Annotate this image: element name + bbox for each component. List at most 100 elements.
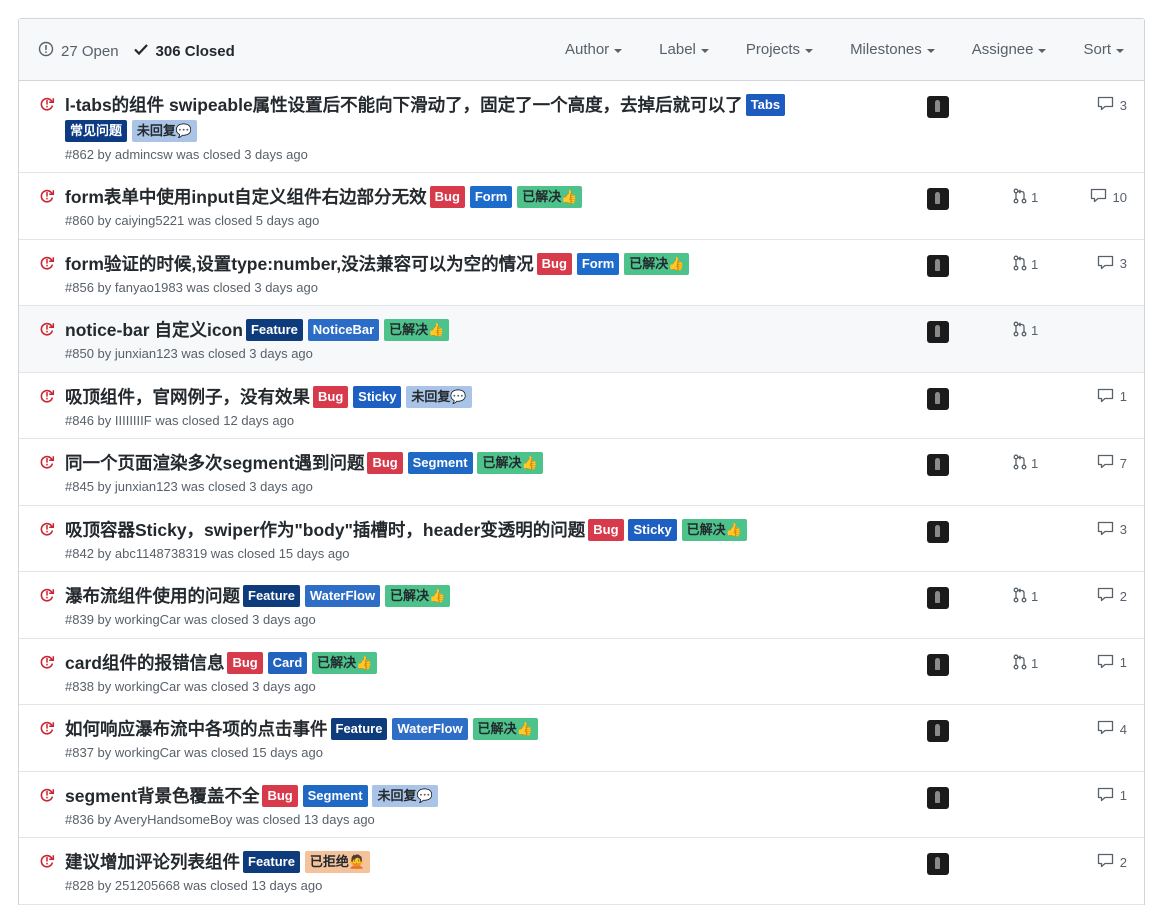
issue-label[interactable]: Feature [243,585,300,607]
issue-row[interactable]: 同一个页面渲染多次segment遇到问题 Bug Segment 已解决👍 #84… [19,439,1144,506]
issue-row[interactable]: l-tabs的组件 swipeable属性设置后不能向下滑动了，固定了一个高度，… [19,81,1144,173]
open-issues-link[interactable]: 27 Open [38,41,119,61]
issue-main: 如何响应瀑布流中各项的点击事件 Feature WaterFlow 已解决👍 #8… [65,716,825,762]
issue-label[interactable]: 未回复💬 [406,385,472,408]
issue-label[interactable]: 未回复💬 [131,120,198,142]
caret-down-icon [805,48,814,53]
issue-label[interactable]: Bug [429,186,465,208]
issue-title-link[interactable]: 如何响应瀑布流中各项的点击事件 [65,719,328,739]
linked-pr-link[interactable]: 1 [1013,454,1038,473]
comments-link[interactable]: 3 [1097,255,1127,273]
linked-pr-link[interactable]: 1 [1013,654,1038,673]
issue-label[interactable]: Bug [313,385,349,408]
issue-label[interactable]: 常见问题 [65,120,128,142]
comments-link[interactable]: 2 [1097,587,1127,605]
issue-label[interactable]: Card [267,651,308,674]
assignee-avatar[interactable] [927,254,949,277]
issue-label[interactable]: Feature [243,851,300,873]
issue-title-link[interactable]: l-tabs的组件 swipeable属性设置后不能向下滑动了，固定了一个高度，… [65,95,743,115]
issue-label[interactable]: NoticeBar [307,319,380,341]
issue-label[interactable]: Bug [588,518,624,541]
assignee-avatar[interactable] [927,653,949,676]
issue-label[interactable]: Tabs [745,94,786,116]
comments-link[interactable]: 1 [1097,654,1127,672]
issue-label[interactable]: Bug [262,784,298,807]
issue-row[interactable]: 瀑布流组件使用的问题 Feature WaterFlow 已解决👍 #839 by… [19,572,1144,639]
comments-link[interactable]: 3 [1097,96,1127,114]
issue-title-link[interactable]: 吸顶组件，官网例子，没有效果 [65,387,310,407]
comments-link[interactable]: 2 [1097,853,1127,871]
issue-label[interactable]: Form [576,252,620,275]
issue-label[interactable]: Bug [536,252,572,275]
assignee-avatar[interactable] [927,520,949,543]
linked-pr-link[interactable]: 1 [1013,255,1038,274]
issue-row[interactable]: notice-bar 自定义icon Feature NoticeBar 已解决👍… [19,306,1144,373]
comments-link[interactable]: 10 [1090,188,1127,206]
issue-label[interactable]: Sticky [353,385,402,408]
issue-row[interactable]: form验证的时候,设置type:number,没法兼容可以为空的情况 Bug F… [19,240,1144,306]
issue-label[interactable]: Sticky [628,518,677,541]
linked-pr-link[interactable]: 1 [1013,188,1038,207]
issue-label[interactable]: 已解决👍 [517,186,583,208]
issue-label[interactable]: Bug [227,651,263,674]
issue-title-link[interactable]: 瀑布流组件使用的问题 [65,586,240,606]
milestones-filter[interactable]: Milestones [850,41,935,58]
assignee-avatar[interactable] [927,720,949,742]
projects-filter[interactable]: Projects [746,41,814,58]
issue-title-link[interactable]: segment背景色覆盖不全 [65,786,259,806]
assignee-filter[interactable]: Assignee [972,41,1047,58]
issue-title-link[interactable]: 吸顶容器Sticky，swiper作为"body"插槽时，header变透明的问… [65,520,585,540]
label-filter[interactable]: Label [659,41,709,58]
issue-title-link[interactable]: 同一个页面渲染多次segment遇到问题 [65,453,364,473]
issue-title-link[interactable]: notice-bar 自定义icon [65,320,243,340]
pull-request-icon [1013,587,1031,606]
issue-label[interactable]: 已解决👍 [472,718,538,740]
assignee-avatar[interactable] [927,853,949,875]
issue-label[interactable]: 已解决👍 [681,518,747,541]
issue-row[interactable]: form表单中使用input自定义组件右边部分无效 Bug Form 已解决👍 #… [19,173,1144,240]
comments-link[interactable]: 1 [1097,388,1127,406]
issue-row[interactable]: 吸顶容器Sticky，swiper作为"body"插槽时，header变透明的问… [19,506,1144,572]
issue-label[interactable]: 未回复💬 [372,784,438,807]
issue-label[interactable]: 已拒绝🙅 [304,851,371,873]
issue-label[interactable]: WaterFlow [304,585,381,607]
issue-row[interactable]: card组件的报错信息 Bug Card 已解决👍 #838 by working… [19,639,1144,705]
linked-pr-link[interactable]: 1 [1013,587,1038,606]
issue-row[interactable]: 吸顶组件，官网例子，没有效果 Bug Sticky 未回复💬 #846 by II… [19,373,1144,439]
issue-label[interactable]: Feature [245,319,303,341]
sort-filter[interactable]: Sort [1083,41,1124,58]
comments-link[interactable]: 7 [1097,454,1127,472]
issue-label[interactable]: Segment [407,452,473,474]
issue-label[interactable]: 已解决👍 [312,651,378,674]
issue-title-link[interactable]: form表单中使用input自定义组件右边部分无效 [65,187,427,207]
issue-title-link[interactable]: 建议增加评论列表组件 [65,852,240,872]
comments-link[interactable]: 1 [1097,787,1127,805]
assignee-avatar[interactable] [927,454,949,476]
issue-label[interactable]: Bug [367,452,403,474]
comments-link[interactable]: 4 [1097,720,1127,738]
author-filter[interactable]: Author [565,41,623,58]
assignee-avatar[interactable] [927,786,949,809]
issue-label[interactable]: Feature [330,718,388,740]
assignee-avatar[interactable] [927,96,949,118]
issue-label[interactable]: WaterFlow [392,718,468,740]
issue-label[interactable]: 已解决👍 [384,319,450,341]
issue-title-link[interactable]: card组件的报错信息 [65,653,224,673]
issue-title-link[interactable]: form验证的时候,设置type:number,没法兼容可以为空的情况 [65,254,534,274]
assignee-avatar[interactable] [927,587,949,609]
issue-label[interactable]: 已解决👍 [385,585,451,607]
comment-count: 3 [1119,522,1127,537]
issue-row[interactable]: segment背景色覆盖不全 Bug Segment 未回复💬 #836 by A… [19,772,1144,838]
assignee-avatar[interactable] [927,188,949,210]
linked-pr-link[interactable]: 1 [1013,321,1038,340]
issue-label[interactable]: 已解决👍 [477,452,543,474]
issue-row[interactable]: 建议增加评论列表组件 Feature 已拒绝🙅 #828 by 251205668… [19,838,1144,905]
issue-label[interactable]: Form [469,186,513,208]
assignee-avatar[interactable] [927,387,949,410]
issue-label[interactable]: Segment [302,784,368,807]
comments-link[interactable]: 3 [1097,521,1127,539]
issue-row[interactable]: 如何响应瀑布流中各项的点击事件 Feature WaterFlow 已解决👍 #8… [19,705,1144,772]
issue-label[interactable]: 已解决👍 [624,252,690,275]
assignee-avatar[interactable] [927,321,949,343]
closed-issues-link[interactable]: 306 Closed [133,41,235,61]
